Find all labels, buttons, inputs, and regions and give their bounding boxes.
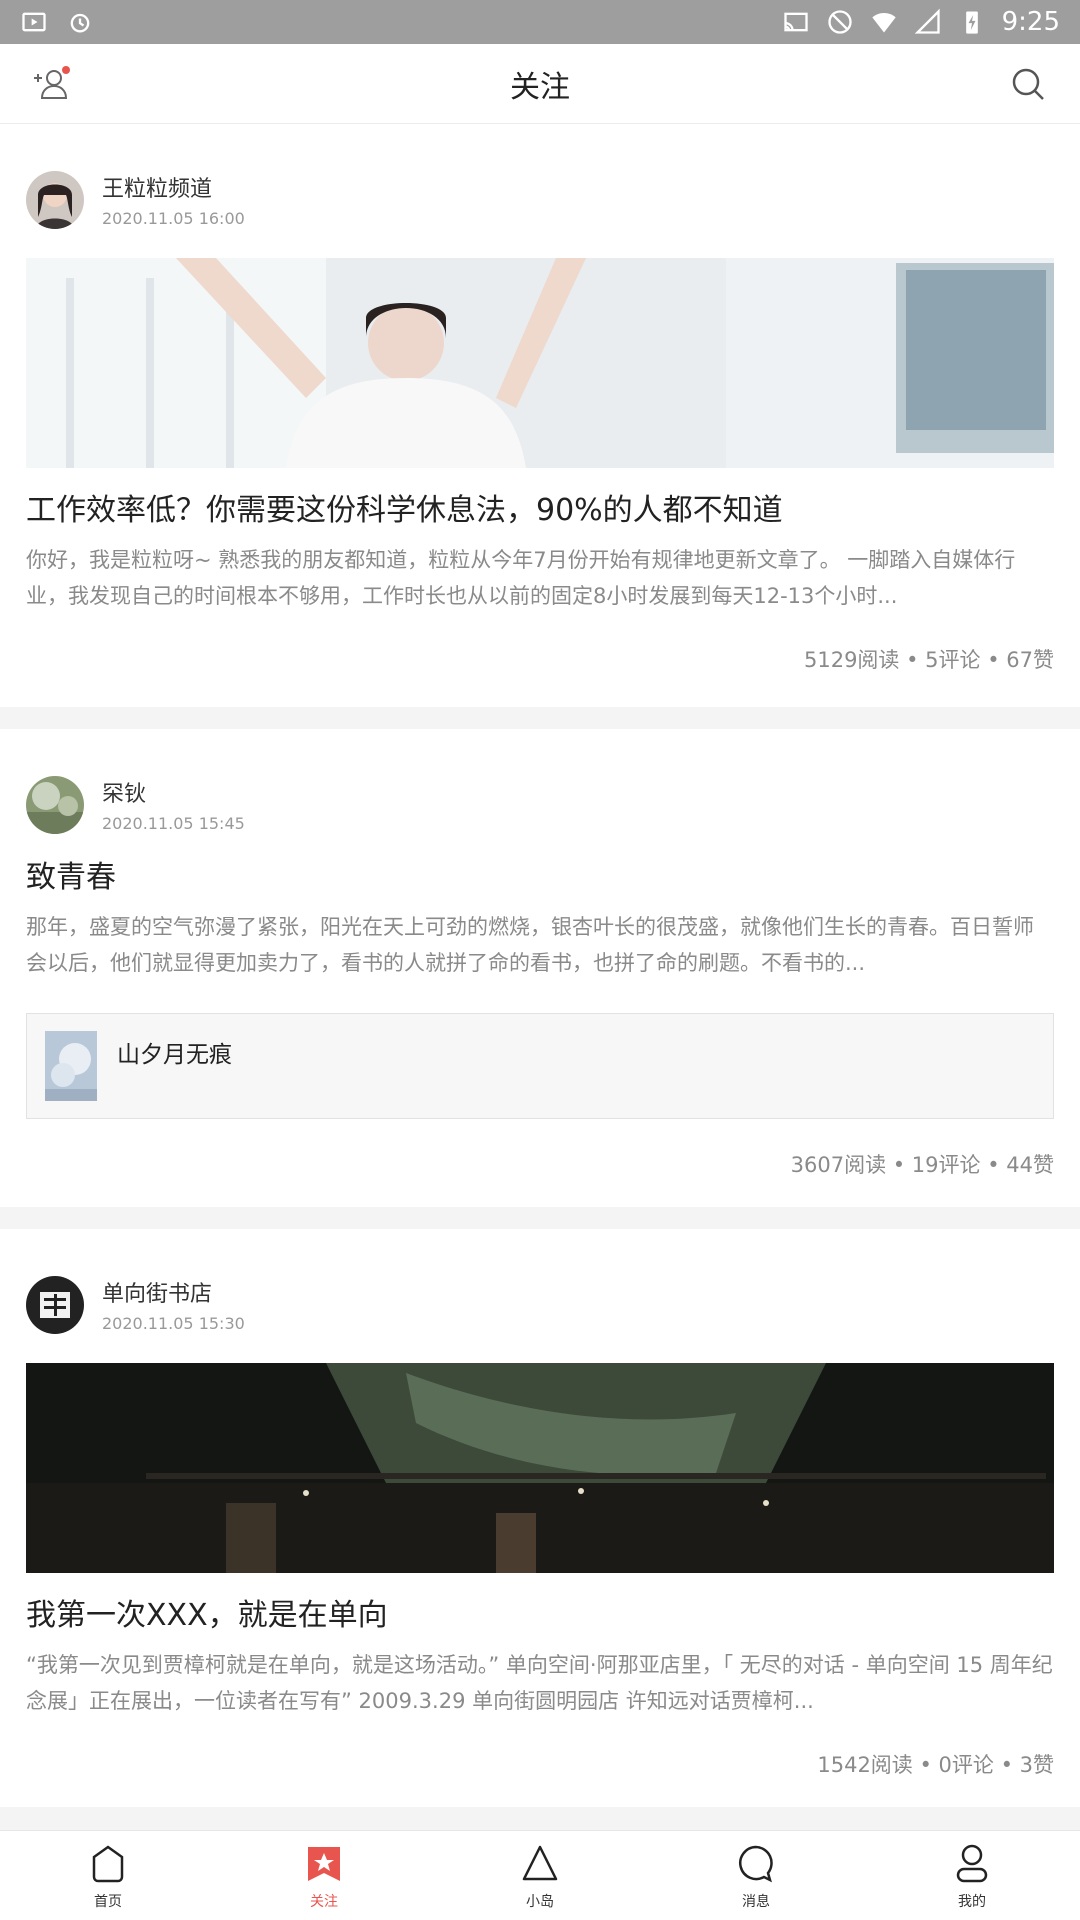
tab-island[interactable]: 小岛 [432,1831,648,1920]
feed-list: 王粒粒频道 2020.11.05 16:00 工作效率低？你需要这份科学休息法，… [0,124,1080,1829]
author-row[interactable]: 单向街书店 2020.11.05 15:30 [26,1229,1054,1334]
cover-image[interactable] [26,258,1054,468]
wifi-icon [871,12,896,33]
status-time: 9:25 [1001,7,1060,37]
tab-profile[interactable]: 我的 [864,1831,1080,1920]
message-icon [739,1845,773,1883]
bottom-tab-bar: 首页 关注 小岛 消息 我的 [0,1830,1080,1920]
post-title[interactable]: 致青春 [26,857,1054,899]
post-stats: 5129阅读 • 5评论 • 67赞 [803,648,1054,672]
home-icon [92,1845,124,1883]
post-excerpt[interactable]: 那年，盛夏的空气弥漫了紧张，阳光在天上可劲的燃烧，银杏叶长的很茂盛，就像他们生长… [26,909,1054,981]
add-friend-icon[interactable] [30,64,74,104]
post-excerpt[interactable]: 你好，我是粒粒呀~ 熟悉我的朋友都知道，粒粒从今年7月份开始有规律地更新文章了。… [26,542,1054,614]
search-icon[interactable] [1010,66,1046,102]
post-card[interactable]: 罙钬 2020.11.05 15:45 致青春 那年，盛夏的空气弥漫了紧张，阳光… [0,729,1080,1207]
post-time: 2020.11.05 15:45 [102,814,245,833]
post-stats: 1542阅读 • 0评论 • 3赞 [817,1753,1054,1777]
media-player-icon [22,12,46,32]
status-bar: 9:25 [0,0,1080,44]
linked-collection[interactable]: 山夕月无痕 [26,1013,1054,1119]
battery-charging-icon [965,11,978,34]
author-name: 单向街书店 [102,1282,213,1307]
author-row[interactable]: 王粒粒频道 2020.11.05 16:00 [26,124,1054,229]
do-not-disturb-icon [827,10,852,34]
author-name: 罙钬 [102,782,147,807]
tab-label: 消息 [742,1894,770,1910]
collection-title: 山夕月无痕 [117,1042,232,1068]
author-row[interactable]: 罙钬 2020.11.05 15:45 [26,729,1054,834]
tab-label: 我的 [958,1894,986,1910]
signal-icon [914,8,940,34]
alarm-icon [70,13,90,33]
profile-icon [956,1844,988,1883]
avatar[interactable] [26,775,84,834]
tab-label: 小岛 [526,1894,554,1910]
post-stats: 3607阅读 • 19评论 • 44赞 [790,1153,1054,1177]
tab-home[interactable]: 首页 [0,1831,216,1920]
island-icon [522,1845,558,1881]
post-excerpt[interactable]: “我第一次见到贾樟柯就是在单向，就是这场活动。” 单向空间·阿那亚店里，「 无尽… [26,1647,1054,1719]
author-name: 王粒粒频道 [102,177,213,202]
post-card[interactable]: 单向街书店 2020.11.05 15:30 我第一次XXX，就是在单向 “我第… [0,1229,1080,1807]
app-header: 关注 [0,44,1080,124]
tab-label: 关注 [310,1894,338,1910]
post-title[interactable]: 工作效率低？你需要这份科学休息法，90%的人都不知道 [26,490,1054,532]
page-title: 关注 [510,69,570,105]
post-time: 2020.11.05 16:00 [102,209,245,228]
collection-thumbnail [45,1031,97,1101]
tab-label: 首页 [94,1894,122,1910]
post-card[interactable]: 王粒粒频道 2020.11.05 16:00 工作效率低？你需要这份科学休息法，… [0,124,1080,707]
post-time: 2020.11.05 15:30 [102,1314,245,1333]
tab-messages[interactable]: 消息 [648,1831,864,1920]
cast-icon [783,12,808,32]
follow-star-icon [308,1847,340,1881]
post-title[interactable]: 我第一次XXX，就是在单向 [26,1595,1054,1637]
cover-image[interactable] [26,1363,1054,1573]
tab-follow[interactable]: 关注 [216,1831,432,1920]
avatar[interactable] [26,1275,84,1334]
avatar[interactable] [26,170,84,229]
